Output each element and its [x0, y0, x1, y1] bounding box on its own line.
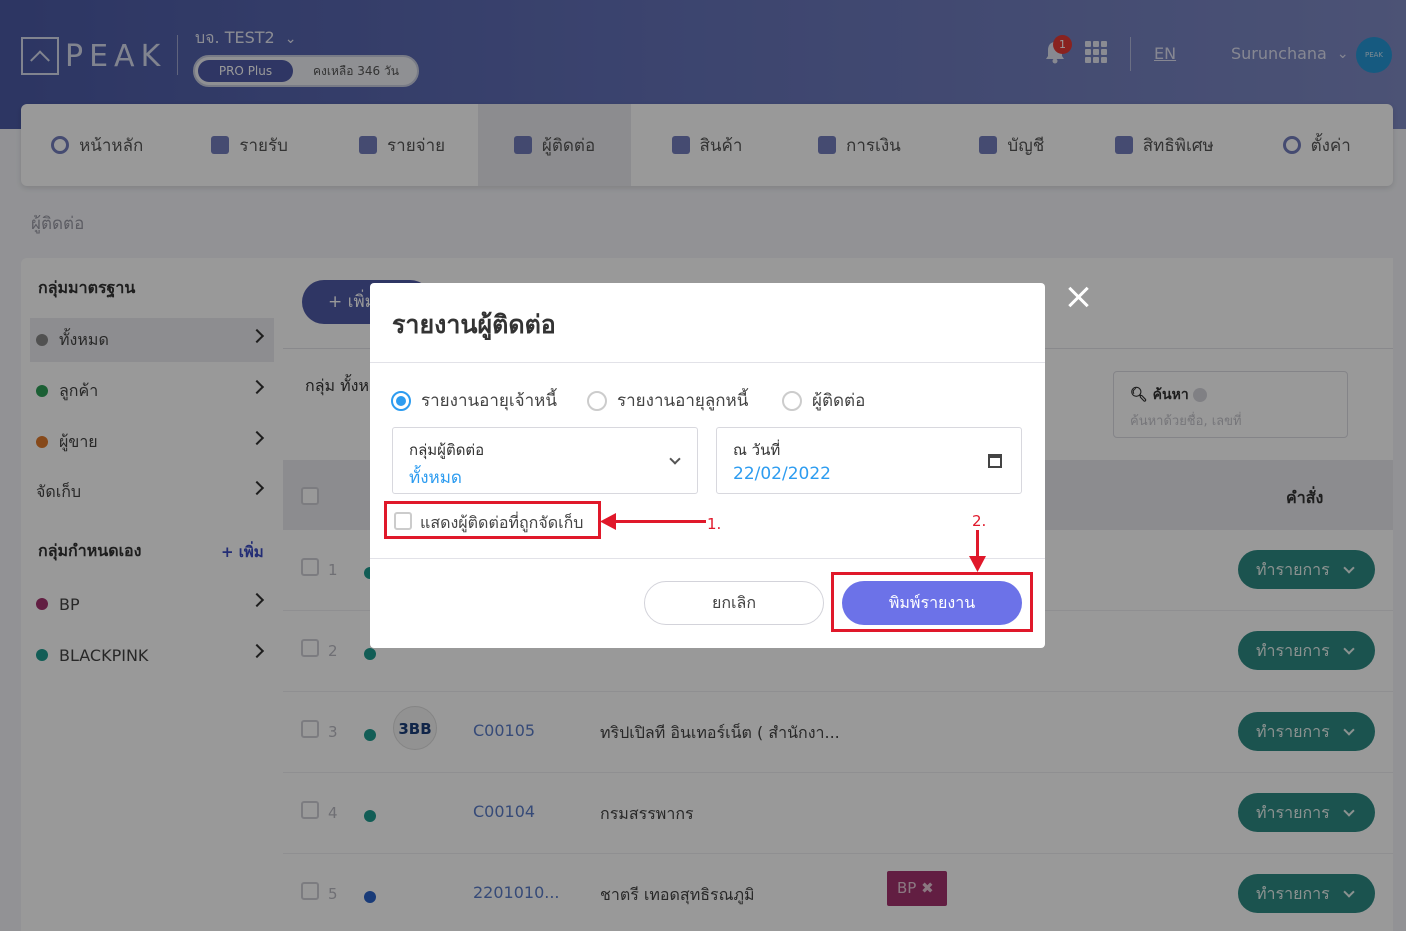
show-archived-highlight: แสดงผู้ติดต่อที่ถูกจัดเก็บ: [384, 501, 601, 539]
print-report-button[interactable]: พิมพ์รายงาน: [842, 581, 1022, 625]
chevron-down-icon: [669, 453, 681, 465]
contact-report-dialog: รายงานผู้ติดต่อ รายงานอายุเจ้าหนี้ รายงา…: [370, 283, 1045, 648]
radio-payable-aging[interactable]: รายงานอายุเจ้าหนี้: [391, 387, 557, 414]
dialog-title: รายงานผู้ติดต่อ: [392, 310, 556, 339]
radio-contacts[interactable]: ผู้ติดต่อ: [782, 387, 865, 414]
arrowhead-left-icon: [600, 513, 616, 530]
contact-group-select[interactable]: กลุ่มผู้ติดต่อ ทั้งหมด: [392, 427, 698, 494]
radio-unchecked-icon: [782, 390, 802, 411]
radio-receivable-aging[interactable]: รายงานอายุลูกหนี้: [587, 387, 748, 414]
divider: [370, 558, 1045, 559]
annotation-label-1: 1.: [707, 515, 722, 533]
field-value: 22/02/2022: [733, 464, 831, 484]
radio-unchecked-icon: [587, 390, 607, 411]
close-icon[interactable]: [1066, 284, 1092, 310]
radio-checked-icon: [391, 390, 411, 411]
annotation-arrow-1: [612, 520, 706, 523]
cancel-button[interactable]: ยกเลิก: [644, 581, 824, 625]
field-label: กลุ่มผู้ติดต่อ: [409, 441, 485, 459]
show-archived-checkbox[interactable]: [394, 512, 412, 530]
show-archived-label: แสดงผู้ติดต่อที่ถูกจัดเก็บ: [420, 513, 584, 532]
field-label: ณ วันที่: [733, 441, 781, 459]
annotation-label-2: 2.: [972, 512, 987, 530]
calendar-icon[interactable]: [988, 454, 1002, 468]
divider: [370, 362, 1045, 363]
field-value: ทั้งหมด: [409, 468, 462, 488]
as-of-date-field[interactable]: ณ วันที่ 22/02/2022: [716, 427, 1022, 494]
arrowhead-down-icon: [969, 556, 986, 572]
